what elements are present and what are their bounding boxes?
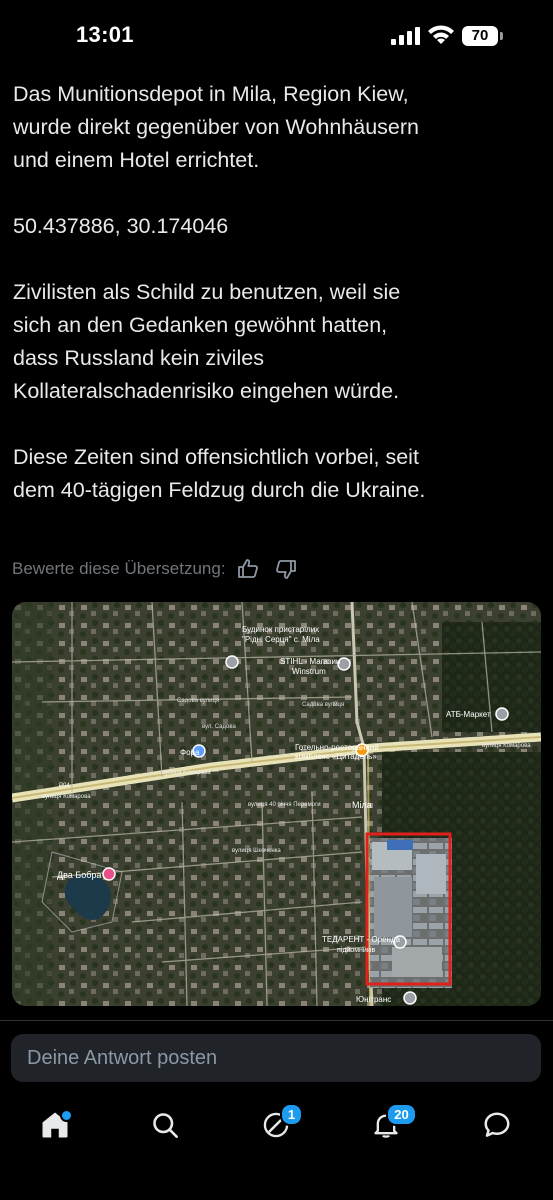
thumbs-up-icon[interactable]: [236, 557, 260, 581]
post-line: Kollateralschadenrisiko eingehen würde.: [13, 379, 400, 403]
map-label: Юнітранс: [356, 995, 391, 1004]
battery-indicator: 70: [462, 26, 498, 46]
wifi-icon: [428, 25, 454, 44]
satellite-map-image[interactable]: Будинок пристарілих "Рідні Серця" с. Міл…: [12, 602, 541, 1006]
rate-translation: Bewerte diese Übersetzung:: [12, 556, 298, 582]
tab-home[interactable]: [35, 1105, 75, 1145]
post-line: und einem Hotel errichtet.: [13, 148, 260, 172]
battery-tip: [500, 32, 503, 40]
map-label: вулиця Шевченка: [232, 848, 281, 854]
notifications-badge: 20: [386, 1103, 417, 1126]
map-label: вулиця Комарова: [482, 743, 531, 749]
tab-messages[interactable]: [477, 1105, 517, 1145]
post-text: Das Munitionsdepot in Mila, Region Kiew,…: [13, 78, 538, 507]
post-line: Das Munitionsdepot in Mila, Region Kiew,: [13, 82, 409, 106]
cellular-signal-icon: [391, 27, 420, 45]
status-time: 13:01: [76, 22, 134, 47]
tab-spaces[interactable]: 1: [256, 1103, 303, 1145]
map-label: Фора: [180, 748, 200, 757]
rate-translation-label: Bewerte diese Übersetzung:: [12, 559, 226, 578]
map-label: Winstrum: [292, 667, 326, 676]
post-line: sich an den Gedanken gewöhnt hatten,: [13, 313, 388, 337]
map-label: Садова вулиця: [302, 702, 344, 708]
map-label: АТБ-Маркет: [446, 710, 491, 719]
home-unread-dot: [60, 1109, 73, 1122]
post-line: dass Russland kein ziviles: [13, 346, 264, 370]
divider: [0, 1020, 553, 1021]
post-coordinates: 50.437886, 30.174046: [13, 214, 229, 238]
map-label: вулиця Комарова: [162, 770, 211, 776]
map-label: комплекс «Цитадель»: [295, 752, 377, 761]
map-label: вулиця Комарова: [42, 794, 91, 800]
status-bar: 13:01 70: [0, 0, 553, 70]
map-label: Будинок пристарілих: [242, 625, 319, 634]
map-label: вул. Садова: [202, 724, 236, 730]
messages-icon: [484, 1112, 510, 1137]
tab-notifications[interactable]: 20: [366, 1103, 417, 1145]
map-label: Садова вулиця: [177, 698, 219, 704]
map-label: "Рідні Серця" с. Міла: [242, 635, 320, 644]
map-label: вулиця 40 річчя Перемоги: [248, 802, 321, 808]
post-line: wurde direkt gegenüber von Wohnhäusern: [13, 115, 419, 139]
tab-search[interactable]: [145, 1105, 185, 1145]
post-line: dem 40-tägigen Feldzug durch die Ukraine…: [13, 478, 426, 502]
search-icon: [153, 1113, 178, 1138]
bottom-tab-bar: 1 20: [0, 1090, 553, 1200]
map-label: Міла: [352, 800, 372, 810]
thumbs-down-icon[interactable]: [274, 557, 298, 581]
map-label: Р04: [59, 783, 70, 789]
post-line: Diese Zeiten sind offensichtlich vorbei,…: [13, 445, 419, 469]
post-line: Zivilisten als Schild zu benutzen, weil …: [13, 280, 401, 304]
spaces-badge: 1: [280, 1103, 303, 1126]
reply-input[interactable]: Deine Antwort posten: [11, 1034, 541, 1082]
map-label: STIHL - Магазин: [280, 657, 340, 666]
map-label: ТЕДАРЕНТ - Оренда: [322, 935, 401, 944]
map-label: Два Бобра: [57, 870, 101, 880]
map-label: Готельно-ресторанний: [295, 743, 379, 752]
map-label: підйомників: [337, 946, 375, 954]
reply-placeholder: Deine Antwort posten: [27, 1047, 218, 1069]
